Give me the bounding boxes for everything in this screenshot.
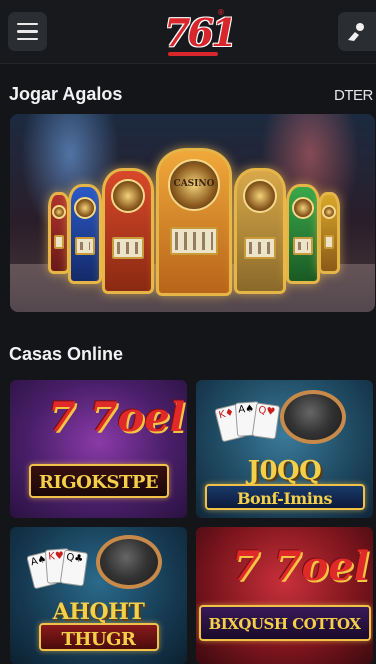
user-icon bbox=[348, 22, 364, 41]
section-title-casinos: Casas Online bbox=[9, 344, 124, 364]
game-card[interactable]: 7 7oel BIXQUSH COTTOX bbox=[196, 527, 373, 664]
banner-marquee: CASINO bbox=[173, 179, 215, 189]
game-title: BIXQUSH COTTOX bbox=[208, 615, 361, 633]
featured-link[interactable]: DTER bbox=[334, 87, 373, 104]
game-title-plaque: THUGR bbox=[38, 623, 159, 651]
game-title-line1: J0QQ bbox=[247, 456, 322, 486]
game-title: RIGOKSTPE bbox=[38, 472, 159, 493]
logo-registered-mark: ® bbox=[218, 8, 224, 17]
game-card[interactable]: K♦ A♠ Q♥ J0QQ Bonf-Imins bbox=[196, 380, 373, 518]
logo-swoosh bbox=[168, 52, 218, 56]
game-title-plaque: Bonf-Imins bbox=[204, 484, 365, 510]
game-title-plaque: RIGOKSTPE bbox=[28, 464, 169, 498]
game-title-line1: AHQHT bbox=[52, 599, 145, 625]
featured-banner[interactable]: CASINO bbox=[10, 114, 375, 312]
game-card[interactable]: A♠ K♥ Q♣ AHQHT THUGR bbox=[10, 527, 187, 664]
hamburger-menu-icon bbox=[17, 22, 38, 26]
user-button[interactable] bbox=[338, 12, 376, 51]
jackpot-pot-image bbox=[280, 390, 346, 444]
slot-machine-image bbox=[318, 192, 340, 274]
brand-logo[interactable]: 761 ® bbox=[160, 6, 237, 58]
menu-button[interactable] bbox=[8, 12, 47, 51]
slot-machine-image bbox=[102, 168, 154, 294]
slot-machine-image bbox=[68, 184, 102, 284]
slot-machine-image bbox=[286, 184, 320, 284]
lucky-seven-logo: 7 7oel bbox=[232, 543, 369, 590]
jackpot-pot-image bbox=[96, 535, 162, 589]
lucky-seven-logo: 7 7oel bbox=[48, 394, 185, 441]
section-title-featured: Jogar Agalos bbox=[9, 84, 123, 104]
slot-machine-image bbox=[48, 192, 70, 274]
slot-machine-image: CASINO bbox=[156, 148, 232, 296]
game-title-line2: THUGR bbox=[61, 629, 136, 650]
game-card[interactable]: 7 7oel RIGOKSTPE bbox=[10, 380, 187, 518]
slot-machine-image bbox=[234, 168, 286, 294]
top-bar: 761 ® bbox=[0, 0, 376, 64]
game-title-plaque: BIXQUSH COTTOX bbox=[198, 605, 371, 641]
game-title-line2: Bonf-Imins bbox=[237, 489, 332, 508]
